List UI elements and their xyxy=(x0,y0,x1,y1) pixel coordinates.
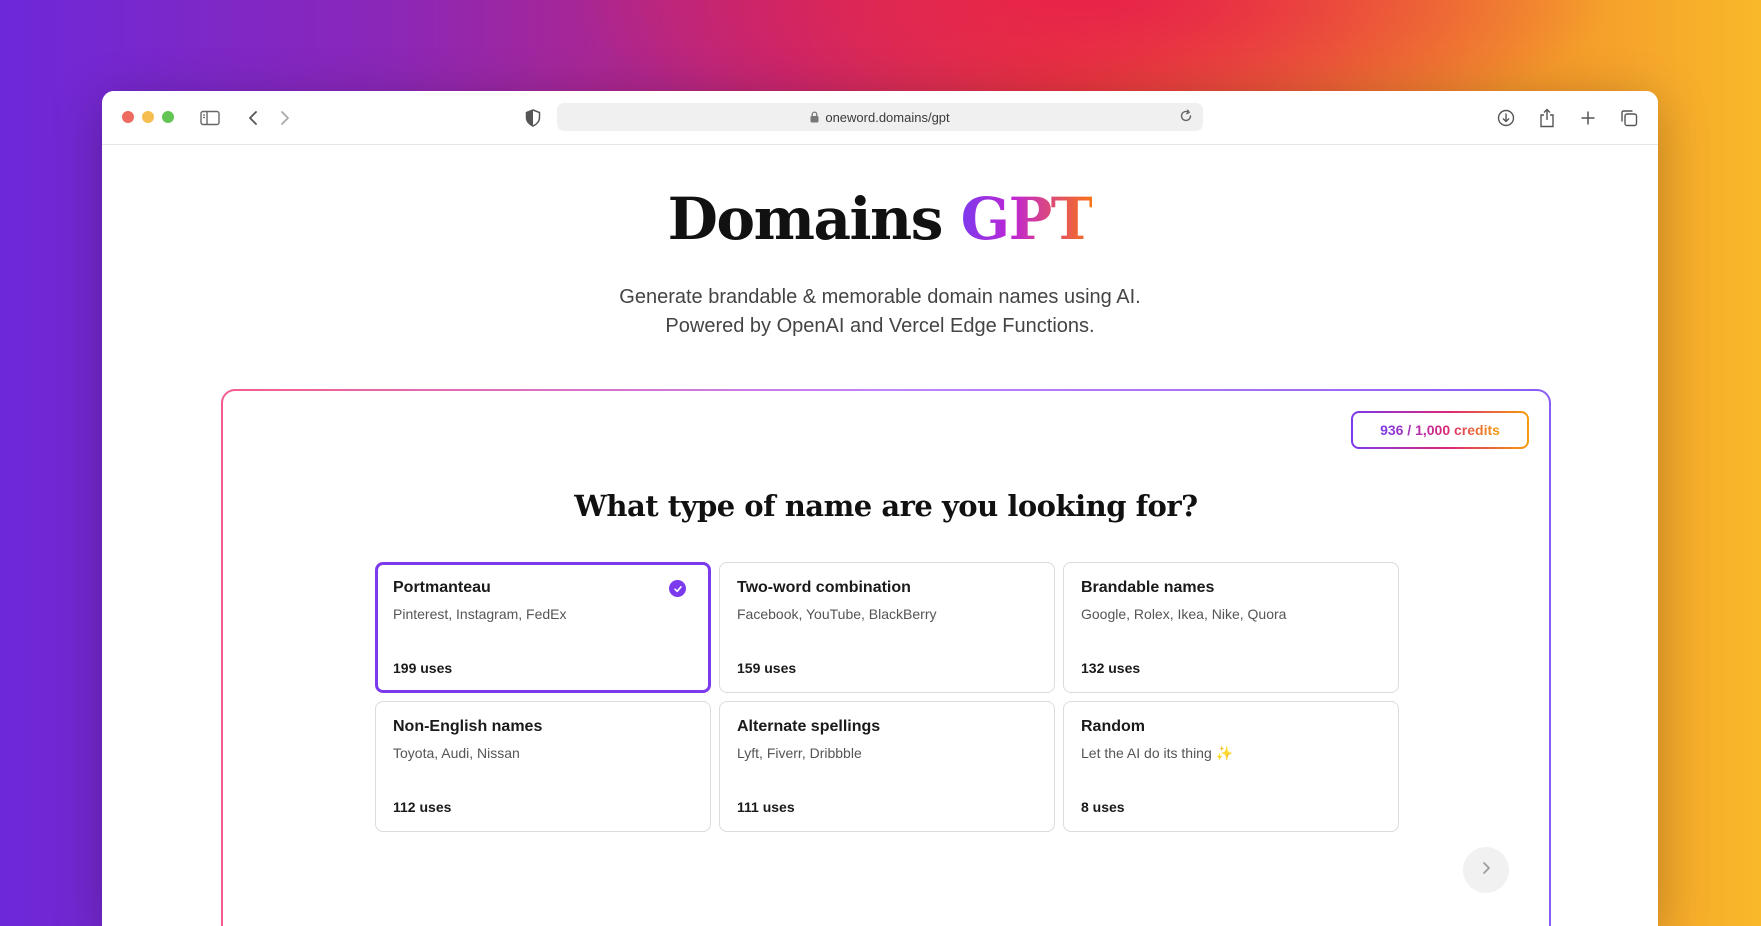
option-alternate-spellings[interactable]: Alternate spellings Lyft, Fiverr, Dribbb… xyxy=(719,701,1055,832)
subtitle-line-1: Generate brandable & memorable domain na… xyxy=(619,286,1141,308)
chevron-right-icon xyxy=(1481,861,1491,880)
name-type-question: What type of name are you looking for? xyxy=(574,489,1198,523)
share-icon[interactable] xyxy=(1535,106,1559,130)
check-icon xyxy=(669,580,686,597)
option-examples: Pinterest, Instagram, FedEx xyxy=(393,606,567,622)
option-non-english-names[interactable]: Non-English names Toyota, Audi, Nissan 1… xyxy=(375,701,711,832)
page-content: Domains GPT Generate brandable & memorab… xyxy=(102,145,1658,926)
page-subtitle: Generate brandable & memorable domain na… xyxy=(102,283,1658,341)
browser-window: oneword.domains/gpt Domains GPT Generate… xyxy=(102,91,1658,926)
option-name: Alternate spellings xyxy=(737,718,881,735)
reload-icon[interactable] xyxy=(1179,109,1193,123)
option-uses: 199 uses xyxy=(393,660,453,676)
option-name: Random xyxy=(1081,718,1145,735)
option-uses: 112 uses xyxy=(393,799,452,815)
credits-badge[interactable]: 936 / 1,000 credits xyxy=(1351,411,1529,449)
option-uses: 111 uses xyxy=(737,799,795,815)
next-button[interactable] xyxy=(1463,847,1509,893)
lock-icon xyxy=(810,111,819,123)
url-text: oneword.domains/gpt xyxy=(825,109,950,125)
address-bar[interactable]: oneword.domains/gpt xyxy=(557,103,1203,131)
option-examples: Facebook, YouTube, BlackBerry xyxy=(737,606,937,622)
download-icon[interactable] xyxy=(1494,106,1518,130)
credits-text: 936 / 1,000 credits xyxy=(1380,422,1500,438)
option-name: Non-English names xyxy=(393,718,543,735)
option-examples: Toyota, Audi, Nissan xyxy=(393,745,520,761)
browser-toolbar: oneword.domains/gpt xyxy=(102,91,1658,145)
option-uses: 159 uses xyxy=(737,660,797,676)
page-title: Domains GPT xyxy=(102,185,1658,253)
option-brandable-names[interactable]: Brandable names Google, Rolex, Ikea, Nik… xyxy=(1063,562,1399,693)
new-tab-icon[interactable] xyxy=(1576,106,1600,130)
option-examples: Lyft, Fiverr, Dribbble xyxy=(737,745,862,761)
back-icon[interactable] xyxy=(241,106,265,130)
minimize-window-button[interactable] xyxy=(142,111,154,123)
sidebar-icon[interactable] xyxy=(198,106,222,130)
option-uses: 132 uses xyxy=(1081,660,1141,676)
option-name: Two-word combination xyxy=(737,579,911,596)
tabs-overview-icon[interactable] xyxy=(1617,106,1641,130)
option-random[interactable]: Random Let the AI do its thing ✨ 8 uses xyxy=(1063,701,1399,832)
shield-icon[interactable] xyxy=(521,106,545,130)
option-two-word-combination[interactable]: Two-word combination Facebook, YouTube, … xyxy=(719,562,1055,693)
option-examples: Google, Rolex, Ikea, Nike, Quora xyxy=(1081,606,1287,622)
subtitle-line-2: Powered by OpenAI and Vercel Edge Functi… xyxy=(665,315,1095,337)
title-main: Domains xyxy=(667,185,944,253)
option-uses: 8 uses xyxy=(1081,799,1125,815)
generator-card: 936 / 1,000 credits What type of name ar… xyxy=(221,389,1551,926)
option-name: Brandable names xyxy=(1081,579,1215,596)
name-type-options: Portmanteau Pinterest, Instagram, FedEx … xyxy=(375,562,1399,832)
forward-icon[interactable] xyxy=(273,106,297,130)
option-portmanteau[interactable]: Portmanteau Pinterest, Instagram, FedEx … xyxy=(375,562,711,693)
close-window-button[interactable] xyxy=(122,111,134,123)
option-name: Portmanteau xyxy=(393,579,491,596)
title-accent: GPT xyxy=(960,185,1094,253)
option-examples: Let the AI do its thing ✨ xyxy=(1081,745,1234,761)
zoom-window-button[interactable] xyxy=(162,111,174,123)
